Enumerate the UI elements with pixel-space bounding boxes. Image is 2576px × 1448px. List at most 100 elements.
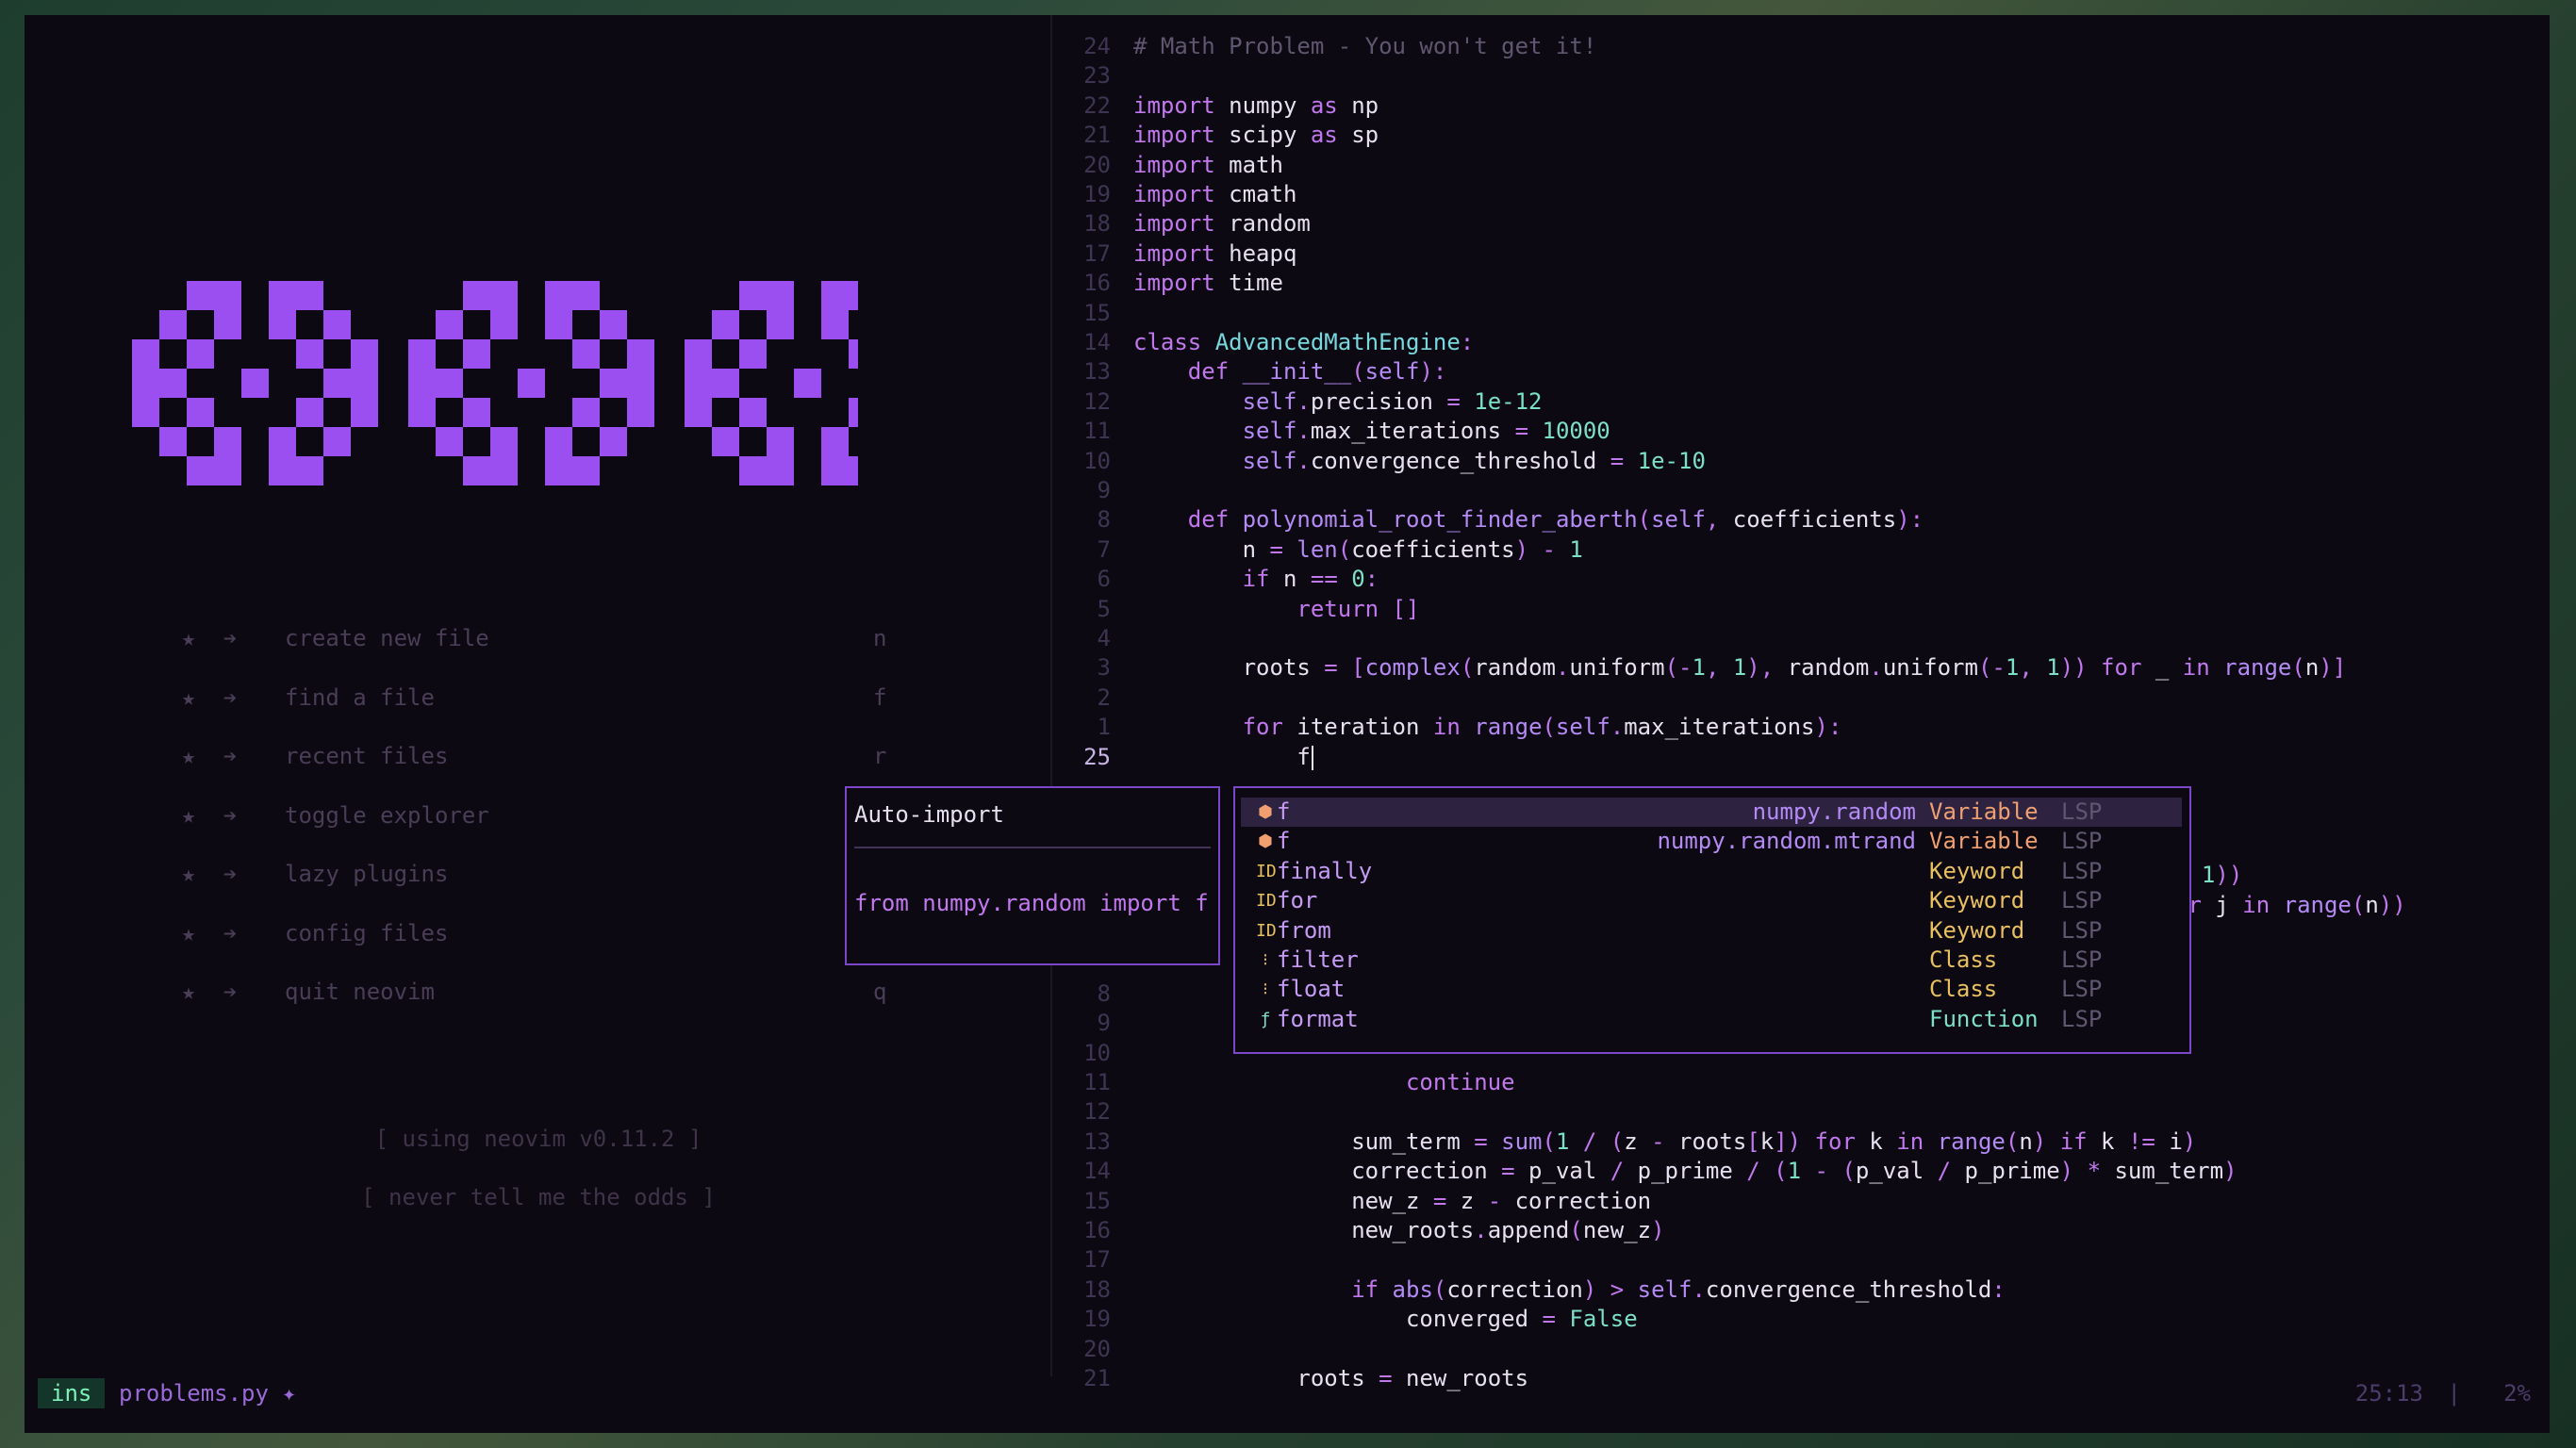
line-number: 18: [1083, 1275, 1111, 1303]
completion-word: format: [1277, 1005, 1359, 1032]
line-number: 13: [1083, 358, 1111, 386]
completion-item[interactable]: ID finally Keyword LSP: [1241, 857, 2182, 886]
logo-ring-1: [132, 281, 378, 485]
line-number: 5: [1097, 595, 1111, 622]
line-number: 18: [1083, 210, 1111, 238]
line-number: 15: [1083, 299, 1111, 326]
code-text: sum_term = sum(1 / (z - roots[k]) for k …: [1351, 1127, 2197, 1155]
line-number: 17: [1083, 1246, 1111, 1274]
arrow-right-icon: ➔: [223, 801, 238, 829]
class-icon: ⁝: [1263, 950, 1268, 970]
star-icon: ★: [181, 683, 196, 711]
line-number: 15: [1083, 1187, 1111, 1214]
arrow-right-icon: ➔: [223, 683, 238, 711]
neovim-window: ★ ➔ create new file n ★ ➔ find a file f ★ ➔ recent…: [25, 15, 2550, 1433]
file-name: problems.py ✦: [119, 1378, 296, 1408]
code-text: import time: [1133, 270, 1283, 297]
code-text: new_z = z - correction: [1351, 1187, 1652, 1214]
completion-kind: Variable: [1929, 798, 2039, 825]
status-line: ins problems.py ✦ 25:13 | 2%: [25, 1376, 2550, 1412]
line-number: 10: [1083, 1039, 1111, 1066]
line-number: 12: [1083, 387, 1111, 415]
completion-word: for: [1277, 887, 1318, 914]
code-text: self.convergence_threshold = 1e-10: [1242, 447, 1706, 474]
completion-source: numpy.random.mtrand: [1657, 828, 1916, 855]
code-text: n = len(coefficients) - 1: [1242, 535, 1583, 563]
keyword-icon: ID: [1256, 861, 1277, 881]
line-number: 3: [1097, 654, 1111, 682]
line-number: 8: [1097, 506, 1111, 534]
completion-word: f: [1277, 828, 1291, 855]
line-number: 10: [1083, 447, 1111, 474]
mode-indicator: ins: [38, 1378, 106, 1408]
completion-word: float: [1277, 976, 1346, 1003]
line-number: 2: [1097, 683, 1111, 711]
cube-icon: ⬢: [1258, 802, 1273, 822]
menu-item-label: create new file: [285, 625, 489, 651]
line-number: 14: [1083, 1158, 1111, 1185]
completion-word: finally: [1277, 857, 1373, 884]
code-text: if abs(correction) > self.convergence_th…: [1351, 1275, 2006, 1303]
code-text: class AdvancedMathEngine:: [1133, 329, 1475, 355]
completion-kind: Class: [1929, 976, 1998, 1003]
menu-item-label: find a file: [285, 683, 435, 711]
line-number: 13: [1083, 1127, 1111, 1155]
line-number: 25: [1083, 743, 1111, 770]
star-icon: ★: [181, 743, 196, 769]
completion-kind: Function: [1929, 1005, 2039, 1032]
code-text: def polynomial_root_finder_aberth(self, …: [1187, 506, 1924, 534]
star-icon: ★: [181, 861, 196, 887]
line-number: 23: [1083, 62, 1111, 90]
completion-provider: LSP: [2061, 828, 2103, 855]
completion-provider: LSP: [2061, 1005, 2103, 1032]
code-text: roots = [complex(random.uniform(-1, 1), …: [1242, 654, 2347, 682]
auto-import-title: Auto-import: [854, 801, 1004, 828]
code-editor[interactable]: 24 # Math Problem - You won't get it! 23 22…: [1028, 15, 2550, 1391]
class-icon: ⁝: [1263, 979, 1268, 1000]
line-number: 4: [1097, 625, 1111, 651]
line-number: 9: [1097, 477, 1111, 503]
line-number: 11: [1083, 418, 1111, 445]
scroll-percent: 2%: [2503, 1380, 2531, 1407]
status-separator: |: [2447, 1380, 2461, 1407]
completion-word: filter: [1277, 946, 1359, 973]
completion-item[interactable]: ⁝ float Class LSP: [1241, 975, 2182, 1004]
line-number: 8: [1097, 979, 1111, 1007]
keyword-icon: ID: [1256, 920, 1277, 941]
completion-item[interactable]: ⬢ f numpy.random.mtrand Variable LSP: [1241, 827, 2182, 856]
completion-item[interactable]: ID from Keyword LSP: [1241, 916, 2182, 946]
line-number: 16: [1083, 1217, 1111, 1243]
arrow-right-icon: ➔: [223, 919, 238, 946]
menu-item-shortcut: n: [873, 625, 887, 651]
code-text: self.max_iterations = 10000: [1242, 418, 1610, 445]
arrow-right-icon: ➔: [223, 625, 238, 651]
code-text: f: [1133, 743, 1313, 772]
completion-provider: LSP: [2061, 857, 2103, 884]
neovim-logo: [132, 281, 858, 485]
completion-item[interactable]: ƒ format Function LSP: [1241, 1005, 2182, 1034]
completion-kind: Variable: [1929, 828, 2039, 855]
menu-item-label: quit neovim: [285, 979, 435, 1005]
completion-provider: LSP: [2061, 916, 2103, 944]
line-number: 20: [1083, 1335, 1111, 1362]
completion-item[interactable]: ⁝ filter Class LSP: [1241, 946, 2182, 975]
line-number: 20: [1083, 151, 1111, 178]
completion-item[interactable]: ⬢ f numpy.random Variable LSP: [1241, 798, 2182, 828]
file-name-label: problems.py: [119, 1380, 269, 1407]
code-text: import scipy as sp: [1133, 122, 1379, 149]
line-number: 19: [1083, 181, 1111, 207]
code-text: continue: [1405, 1069, 1515, 1095]
completion-provider: LSP: [2061, 976, 2103, 1003]
completion-menu[interactable]: ⬢ f numpy.random Variable LSP ⬢ f numpy.random.…: [1233, 786, 2191, 1054]
code-text: new_roots.append(new_z): [1351, 1217, 1665, 1243]
menu-item-label: toggle explorer: [285, 801, 489, 829]
menu-item-shortcut: q: [873, 979, 887, 1005]
auto-import-statement: from numpy.random import f: [854, 890, 1209, 916]
arrow-right-icon: ➔: [223, 743, 238, 769]
quote-footer: [ never tell me the odds ]: [361, 1184, 716, 1210]
text-cursor: [1311, 745, 1313, 770]
menu-item-shortcut: r: [873, 743, 887, 769]
completion-item[interactable]: ID for Keyword LSP: [1241, 886, 2182, 915]
line-number: 11: [1083, 1069, 1111, 1095]
code-text: def __init__(self):: [1187, 358, 1447, 386]
